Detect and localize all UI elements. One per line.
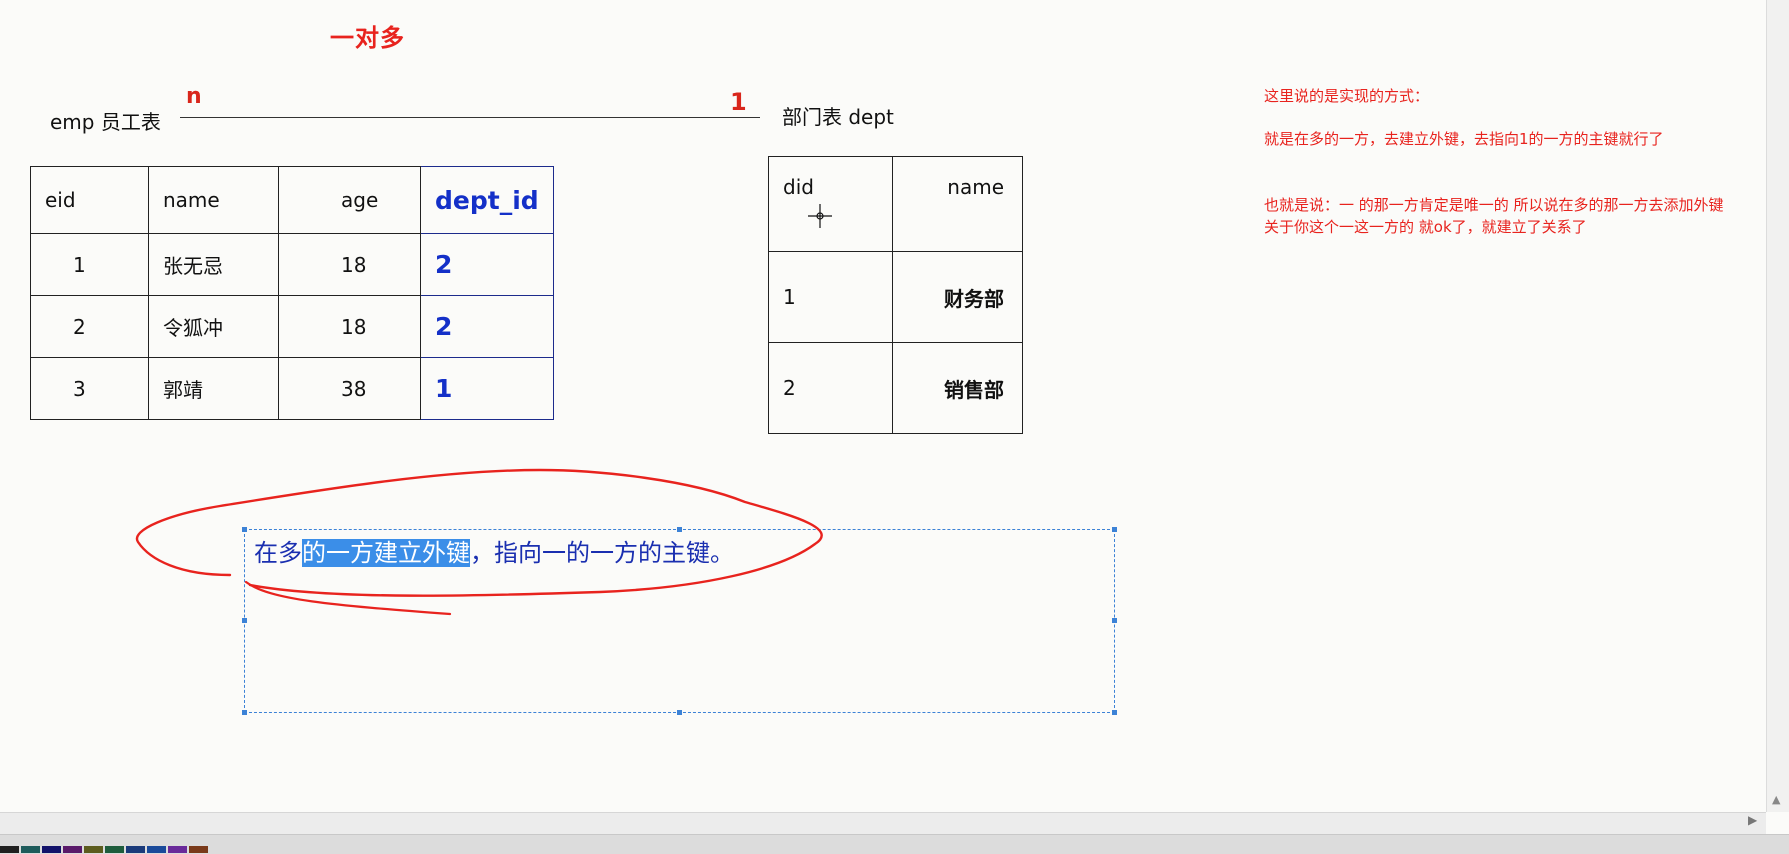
palette-swatch[interactable] bbox=[0, 846, 19, 853]
table-row: 2 令狐冲 18 2 bbox=[30, 295, 554, 358]
palette-swatch[interactable] bbox=[126, 846, 145, 853]
table-cell: 38 bbox=[278, 357, 421, 420]
text-suffix: ，指向一的一方的主键。 bbox=[470, 539, 734, 567]
table-cell: 2 bbox=[30, 295, 149, 358]
resize-handle[interactable] bbox=[242, 618, 247, 623]
table-cell: 财务部 bbox=[892, 251, 1023, 343]
dept-table: did name 1 财务部 2 销售部 bbox=[768, 156, 1023, 434]
many-marker: n bbox=[186, 84, 202, 109]
table-cell: 郭靖 bbox=[148, 357, 279, 420]
fk-cell: 2 bbox=[420, 295, 554, 358]
crosshair-cursor-icon bbox=[808, 204, 832, 228]
resize-handle[interactable] bbox=[1112, 618, 1117, 623]
resize-handle[interactable] bbox=[677, 710, 682, 715]
header-cell: name bbox=[892, 156, 1023, 252]
fk-cell: 1 bbox=[420, 357, 554, 420]
scroll-right-arrow-icon[interactable]: ▶ bbox=[1748, 813, 1757, 827]
header-cell: age bbox=[278, 166, 421, 234]
table-cell: 张无忌 bbox=[148, 233, 279, 296]
emp-table: eid name age dept_id 1 张无忌 18 2 2 令狐冲 18… bbox=[30, 166, 554, 420]
table-cell: 1 bbox=[30, 233, 149, 296]
fk-cell: 2 bbox=[420, 233, 554, 296]
table-row: 2 销售部 bbox=[768, 342, 1023, 434]
slide-title: 一对多 bbox=[330, 24, 405, 52]
scroll-up-arrow-icon[interactable]: ▲ bbox=[1772, 793, 1780, 806]
table-cell: 1 bbox=[768, 251, 893, 343]
relation-line bbox=[180, 117, 760, 118]
table-cell: 2 bbox=[768, 342, 893, 434]
text-box-content[interactable]: 在多的一方建立外键，指向一的一方的主键。 bbox=[254, 533, 734, 568]
color-palette-bar bbox=[0, 834, 1789, 854]
resize-handle[interactable] bbox=[677, 527, 682, 532]
one-marker: 1 bbox=[730, 88, 747, 116]
resize-handle[interactable] bbox=[1112, 527, 1117, 532]
resize-handle[interactable] bbox=[242, 710, 247, 715]
fk-header-cell: dept_id bbox=[420, 166, 554, 234]
palette-swatch[interactable] bbox=[21, 846, 40, 853]
table-header-row: did name bbox=[768, 156, 1023, 252]
palette-swatch[interactable] bbox=[189, 846, 208, 853]
table-cell: 3 bbox=[30, 357, 149, 420]
table-cell: 18 bbox=[278, 295, 421, 358]
palette-swatch[interactable] bbox=[105, 846, 124, 853]
note-line: 这里说的是实现的方式： bbox=[1264, 87, 1430, 105]
table-row: 3 郭靖 38 1 bbox=[30, 357, 554, 420]
vertical-scrollbar[interactable] bbox=[1766, 0, 1789, 812]
table-cell: 令狐冲 bbox=[148, 295, 279, 358]
text-prefix: 在多 bbox=[254, 539, 302, 567]
header-cell: eid bbox=[30, 166, 149, 234]
slide-canvas: 一对多 emp 员工表 n 1 部门表 dept eid name age de… bbox=[0, 0, 1766, 812]
table-header-row: eid name age dept_id bbox=[30, 166, 554, 234]
emp-table-label: emp 员工表 bbox=[50, 110, 161, 134]
palette-swatch[interactable] bbox=[42, 846, 61, 853]
resize-handle[interactable] bbox=[242, 527, 247, 532]
table-cell: 18 bbox=[278, 233, 421, 296]
dept-table-label: 部门表 dept bbox=[782, 105, 894, 129]
table-row: 1 张无忌 18 2 bbox=[30, 233, 554, 296]
note-line: 就是在多的一方，去建立外键，去指向1的一方的主键就行了 bbox=[1264, 130, 1664, 148]
text-selection[interactable]: 的一方建立外键 bbox=[302, 539, 470, 567]
resize-handle[interactable] bbox=[1112, 710, 1117, 715]
palette-swatch[interactable] bbox=[63, 846, 82, 853]
note-line: 也就是说：一 的那一方肯定是唯一的 所以说在多的那一方去添加外键 bbox=[1264, 196, 1724, 214]
palette-swatch[interactable] bbox=[168, 846, 187, 853]
header-cell: name bbox=[148, 166, 279, 234]
note-line: 关于你这个一这一方的 就ok了，就建立了关系了 bbox=[1264, 218, 1587, 236]
horizontal-scrollbar[interactable] bbox=[0, 812, 1766, 835]
palette-swatch[interactable] bbox=[84, 846, 103, 853]
table-row: 1 财务部 bbox=[768, 251, 1023, 343]
palette-swatch[interactable] bbox=[147, 846, 166, 853]
table-cell: 销售部 bbox=[892, 342, 1023, 434]
